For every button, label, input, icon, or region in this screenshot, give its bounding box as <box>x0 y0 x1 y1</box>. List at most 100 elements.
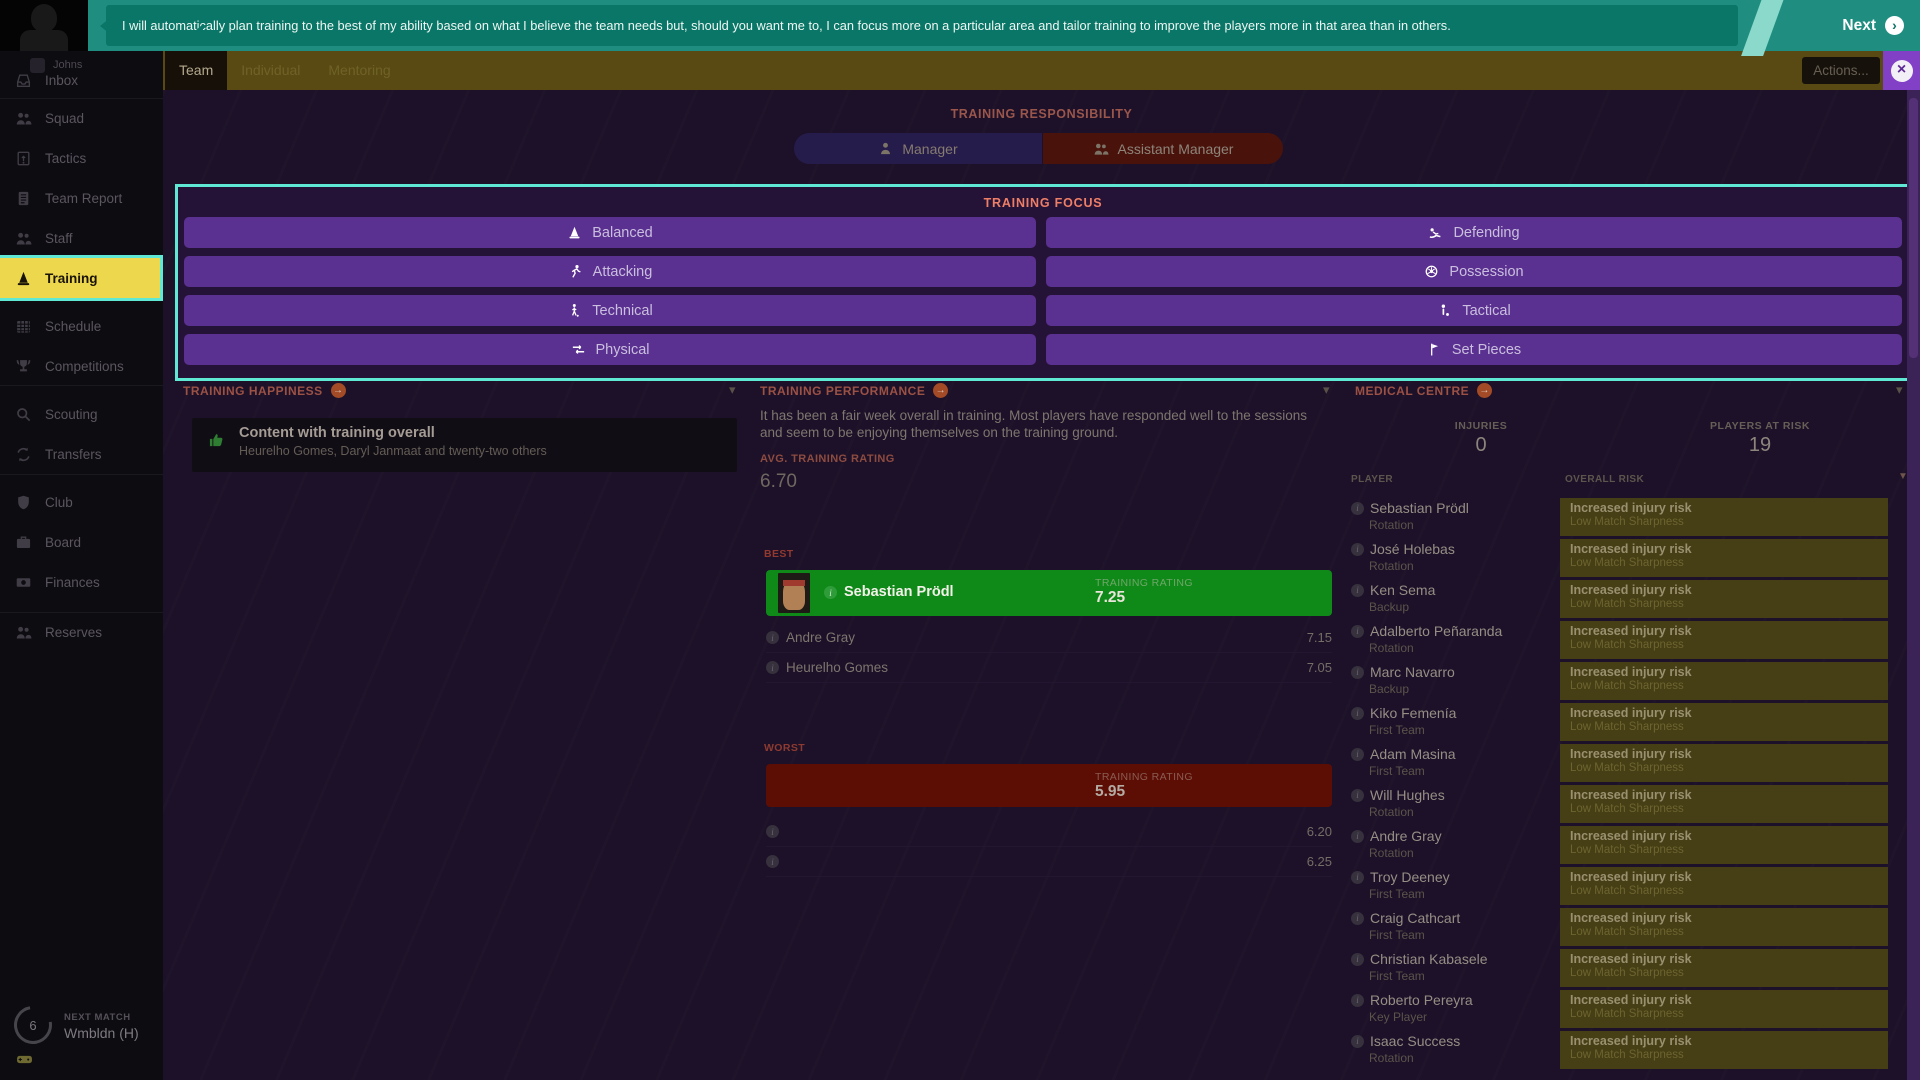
info-icon[interactable]: i <box>1351 502 1364 515</box>
worst-player-card[interactable]: TRAINING RATING 5.95 <box>766 764 1332 807</box>
info-icon[interactable]: i <box>1351 830 1364 843</box>
medical-player-row[interactable]: iAndre GrayRotationIncreased injury risk… <box>1347 825 1908 866</box>
medical-player-row[interactable]: iCraig CathcartFirst TeamIncreased injur… <box>1347 907 1908 948</box>
focus-button-technical[interactable]: Technical <box>184 295 1036 326</box>
medical-player-row[interactable]: iAdam MasinaFirst TeamIncreased injury r… <box>1347 743 1908 784</box>
medical-player-row[interactable]: iIsaac SuccessRotationIncreased injury r… <box>1347 1030 1908 1071</box>
risk-title: Increased injury risk <box>1570 788 1888 802</box>
sidebar-item-club[interactable]: Club <box>0 482 163 522</box>
medical-player-row[interactable]: iTroy DeeneyFirst TeamIncreased injury r… <box>1347 866 1908 907</box>
goto-icon[interactable]: → <box>331 383 346 398</box>
info-icon[interactable]: i <box>766 855 779 868</box>
info-icon[interactable]: i <box>1351 953 1364 966</box>
close-button[interactable]: × <box>1883 51 1920 90</box>
focus-button-defending[interactable]: Defending <box>1046 217 1902 248</box>
cone-icon <box>15 270 32 287</box>
medical-player-row[interactable]: iChristian KabaseleFirst TeamIncreased i… <box>1347 948 1908 989</box>
focus-button-balanced[interactable]: Balanced <box>184 217 1036 248</box>
people-icon <box>1093 141 1109 157</box>
training-rating-label: TRAINING RATING <box>1095 577 1193 589</box>
info-icon[interactable]: i <box>766 631 779 644</box>
responsibility-assistant-button[interactable]: Assistant Manager <box>1043 133 1283 164</box>
player-name: iRoberto Pereyra <box>1351 992 1473 1008</box>
medical-player-row[interactable]: iAdalberto PeñarandaRotationIncreased in… <box>1347 620 1908 661</box>
sidebar-item-board[interactable]: Board <box>0 522 163 562</box>
risk-subtitle: Low Match Sharpness <box>1570 680 1888 692</box>
rating-row[interactable]: i6.20 <box>766 817 1332 847</box>
chevron-down-icon[interactable]: ▾ <box>1323 382 1330 398</box>
info-icon[interactable]: i <box>824 586 837 599</box>
banner-stripe <box>1741 0 1785 56</box>
focus-button-possession[interactable]: Possession <box>1046 256 1902 287</box>
risk-title: Increased injury risk <box>1570 747 1888 761</box>
risk-cell: Increased injury riskLow Match Sharpness <box>1560 498 1888 536</box>
sidebar-item-label: Tactics <box>45 151 86 166</box>
goto-icon[interactable]: → <box>933 383 948 398</box>
sidebar-item-staff[interactable]: Staff <box>0 218 163 258</box>
sidebar-item-tactics[interactable]: Tactics <box>0 138 163 178</box>
info-icon[interactable]: i <box>766 825 779 838</box>
medical-player-row[interactable]: iJosé HolebasRotationIncreased injury ri… <box>1347 538 1908 579</box>
transfers-icon <box>15 446 32 463</box>
info-icon[interactable]: i <box>1351 871 1364 884</box>
info-icon[interactable]: i <box>766 661 779 674</box>
info-icon[interactable]: i <box>1351 625 1364 638</box>
tab-mentoring[interactable]: Mentoring <box>314 51 404 90</box>
medical-player-row[interactable]: iWill HughesRotationIncreased injury ris… <box>1347 784 1908 825</box>
rating-row[interactable]: iAndre Gray7.15 <box>766 623 1332 653</box>
next-match-opponent[interactable]: Wmbldn (H) <box>64 1025 139 1041</box>
chevron-down-icon[interactable]: ▾ <box>729 382 736 398</box>
sidebar-item-finances[interactable]: Finances <box>0 562 163 602</box>
people-icon <box>15 624 32 641</box>
info-icon[interactable]: i <box>1351 994 1364 1007</box>
responsibility-manager-button[interactable]: Manager <box>794 133 1042 164</box>
inbox-icon <box>15 72 32 89</box>
info-icon[interactable]: i <box>1351 584 1364 597</box>
focus-button-set-pieces[interactable]: Set Pieces <box>1046 334 1902 365</box>
focus-button-physical[interactable]: Physical <box>184 334 1036 365</box>
sidebar-item-reserves[interactable]: Reserves <box>0 612 163 652</box>
trophy-icon <box>15 358 32 375</box>
sidebar-item-schedule[interactable]: Schedule <box>0 306 163 346</box>
scrollbar-thumb[interactable] <box>1909 98 1918 358</box>
tab-individual[interactable]: Individual <box>227 51 314 90</box>
risk-title: Increased injury risk <box>1570 583 1888 597</box>
medical-player-row[interactable]: iKiko FemeníaFirst TeamIncreased injury … <box>1347 702 1908 743</box>
sidebar-item-competitions[interactable]: Competitions <box>0 346 163 386</box>
actions-button[interactable]: Actions... <box>1802 57 1880 84</box>
player-name: iSebastian Prödl <box>1351 500 1469 516</box>
chevron-down-icon[interactable]: ▾ <box>1896 382 1903 398</box>
info-icon[interactable]: i <box>1351 666 1364 679</box>
focus-button-attacking[interactable]: Attacking <box>184 256 1036 287</box>
medical-player-row[interactable]: iKen SemaBackupIncreased injury riskLow … <box>1347 579 1908 620</box>
risk-subtitle: Low Match Sharpness <box>1570 885 1888 897</box>
medical-player-row[interactable]: iSebastian PrödlRotationIncreased injury… <box>1347 497 1908 538</box>
info-icon[interactable]: i <box>1351 789 1364 802</box>
sidebar-item-training[interactable]: Training <box>0 258 160 298</box>
sidebar-item-scouting[interactable]: Scouting <box>0 394 163 434</box>
rating-row[interactable]: i6.25 <box>766 847 1332 877</box>
best-player-card[interactable]: i Sebastian Prödl TRAINING RATING 7.25 <box>766 570 1332 616</box>
scrollbar[interactable] <box>1907 90 1920 1080</box>
risk-title: Increased injury risk <box>1570 993 1888 1007</box>
sidebar-item-inbox[interactable]: Inbox <box>0 60 163 100</box>
players-at-risk-value: 19 <box>1675 434 1845 457</box>
medical-player-row[interactable]: iMarc NavarroBackupIncreased injury risk… <box>1347 661 1908 702</box>
sidebar-item-squad[interactable]: Squad <box>0 98 163 138</box>
info-icon[interactable]: i <box>1351 748 1364 761</box>
tab-team[interactable]: Team <box>165 51 227 90</box>
info-icon[interactable]: i <box>1351 912 1364 925</box>
risk-cell: Increased injury riskLow Match Sharpness <box>1560 908 1888 946</box>
sidebar-item-transfers[interactable]: Transfers <box>0 434 163 474</box>
goto-icon[interactable]: → <box>1477 383 1492 398</box>
info-icon[interactable]: i <box>1351 707 1364 720</box>
focus-button-tactical[interactable]: Tactical <box>1046 295 1902 326</box>
info-icon[interactable]: i <box>1351 543 1364 556</box>
focus-button-label: Defending <box>1453 225 1519 241</box>
medical-player-row[interactable]: iRoberto PereyraKey PlayerIncreased inju… <box>1347 989 1908 1030</box>
next-button[interactable]: Next › <box>1842 0 1904 51</box>
sidebar-item-team-report[interactable]: Team Report <box>0 178 163 218</box>
info-icon[interactable]: i <box>1351 1035 1364 1048</box>
rating-row[interactable]: iHeurelho Gomes7.05 <box>766 653 1332 683</box>
tab-bar: TeamIndividualMentoring Actions... × <box>163 51 1920 90</box>
